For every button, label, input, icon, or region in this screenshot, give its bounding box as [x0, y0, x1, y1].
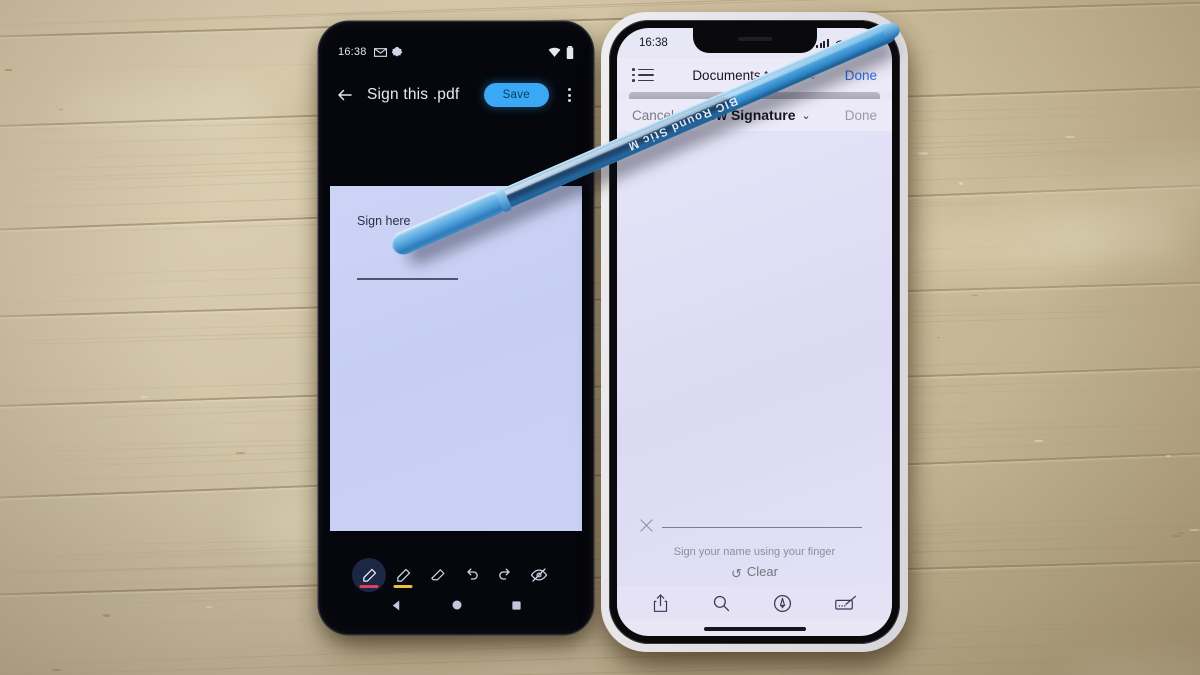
cellular-signal-icon	[816, 39, 829, 48]
battery-icon	[566, 45, 574, 59]
android-status-bar: 16:38	[322, 43, 590, 61]
sign-here-label: Sign here	[357, 214, 411, 228]
wifi-icon	[548, 47, 561, 57]
android-document-title: Sign this .pdf	[367, 86, 460, 103]
home-indicator[interactable]	[703, 627, 806, 631]
iphone-sheet-bar: Cancel New Signature ⌄ Done	[617, 99, 892, 131]
signature-x-mark-icon	[640, 519, 653, 532]
tool-undo[interactable]	[454, 558, 488, 592]
iphone-bottom-toolbar	[617, 586, 892, 620]
nav-back-icon[interactable]	[390, 599, 403, 612]
android-status-right-icons	[548, 45, 574, 59]
sheet-title: New Signature	[698, 107, 796, 123]
tool-eraser[interactable]	[420, 558, 454, 592]
share-icon[interactable]	[652, 593, 669, 613]
signature-canvas[interactable]	[617, 131, 892, 588]
clear-button-label: Clear	[746, 564, 778, 579]
sheet-done-button[interactable]: Done	[845, 108, 877, 123]
android-screen[interactable]: 16:38 Sign this .pdf Save Sign here	[322, 25, 590, 631]
photo-vignette	[0, 0, 1200, 675]
iphone-status-time: 16:38	[639, 37, 668, 49]
android-app-bar: Sign this .pdf Save	[322, 73, 590, 117]
battery-icon	[852, 38, 870, 48]
nav-recents-icon[interactable]	[511, 600, 522, 611]
photo-scene: 16:38 Sign this .pdf Save Sign here 16:3…	[0, 0, 1200, 675]
tool-highlighter[interactable]	[386, 558, 420, 592]
markup-icon[interactable]	[773, 594, 792, 613]
iphone-nav-bar: Documents to sign ⌄ Done	[617, 58, 892, 92]
android-signature-line	[357, 278, 458, 280]
signature-hint-text: Sign your name using your finger	[673, 546, 836, 558]
save-button[interactable]: Save	[483, 83, 549, 107]
iphone[interactable]: 16:38 Documents to sign ⌄ Done Cancel Ne…	[601, 12, 908, 652]
iphone-screen[interactable]: 16:38 Documents to sign ⌄ Done Cancel Ne…	[617, 28, 892, 636]
cancel-button[interactable]: Cancel	[632, 108, 674, 123]
iphone-status-right-icons	[816, 38, 870, 48]
chevron-down-icon-sheet[interactable]: ⌄	[802, 109, 811, 122]
iphone-notch	[692, 28, 817, 53]
list-view-icon[interactable]	[632, 68, 654, 82]
android-document-page[interactable]: Sign here	[330, 186, 582, 531]
iphone-nav-title: Documents to sign	[692, 67, 805, 83]
wifi-icon	[835, 40, 846, 48]
search-icon[interactable]	[712, 594, 730, 612]
signature-icon[interactable]	[834, 595, 857, 612]
android-navigation-bar	[322, 589, 590, 621]
tool-pen[interactable]	[352, 558, 386, 592]
android-phone[interactable]: 16:38 Sign this .pdf Save Sign here	[319, 22, 593, 634]
clear-button[interactable]: ↺ Clear	[617, 564, 892, 582]
tool-redo[interactable]	[488, 558, 522, 592]
iphone-signature-line	[662, 526, 862, 528]
back-arrow-icon[interactable]	[336, 86, 354, 104]
earpiece-speaker	[737, 37, 772, 41]
iphone-nav-done-button[interactable]: Done	[845, 68, 877, 83]
sheet-grabber[interactable]	[629, 92, 880, 99]
tool-hide-annotations[interactable]	[522, 558, 556, 592]
overflow-menu-icon[interactable]	[562, 88, 576, 102]
android-status-time: 16:38	[338, 46, 367, 58]
nav-home-icon[interactable]	[451, 599, 463, 611]
chevron-down-icon[interactable]: ⌄	[809, 71, 817, 82]
app-icon	[391, 47, 403, 57]
gmail-icon	[373, 47, 387, 57]
clear-refresh-icon: ↺	[731, 566, 742, 581]
